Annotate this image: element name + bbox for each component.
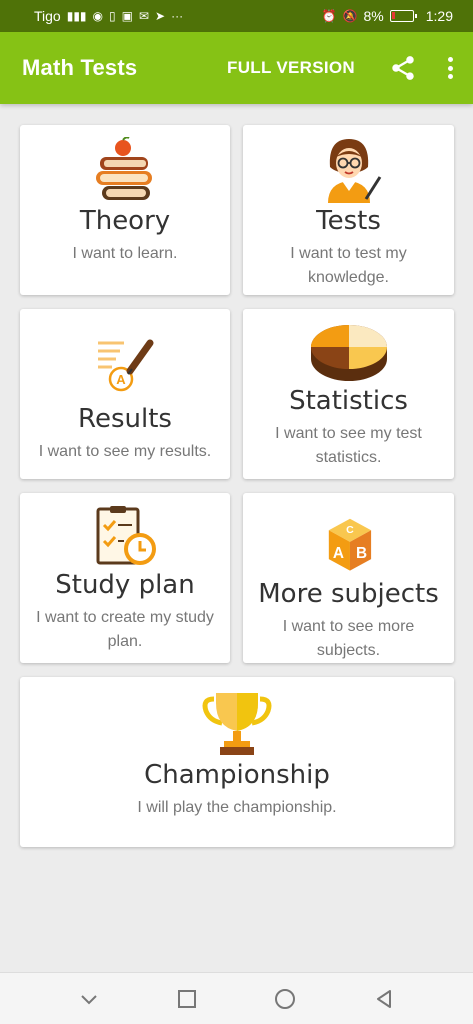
card-title: Results bbox=[78, 404, 172, 434]
battery-percent: 8% bbox=[363, 8, 384, 24]
card-subtitle: I want to see my test statistics. bbox=[275, 424, 422, 466]
sim-icon: ▯ bbox=[109, 9, 116, 23]
card-statistics[interactable]: Statistics I want to see my test statist… bbox=[243, 309, 454, 479]
card-subtitle: I want to see my results. bbox=[38, 442, 212, 460]
status-bar: Tigo ▮▮▮ ◉ ▯ ▣ ✉ ➤ ··· ⏰ 🔕 8% 1:29 bbox=[0, 0, 473, 32]
checklist-clock-icon bbox=[96, 506, 156, 565]
signal-icon: ▮▮▮ bbox=[66, 9, 87, 23]
card-title: Theory bbox=[79, 206, 171, 236]
clock: 1:29 bbox=[425, 8, 453, 24]
recents-icon[interactable] bbox=[176, 988, 198, 1010]
card-title: More subjects bbox=[258, 579, 439, 610]
card-subtitle: I want to create my study plan. bbox=[36, 608, 214, 650]
back-down-icon[interactable] bbox=[78, 988, 100, 1010]
system-nav-bar bbox=[0, 972, 473, 1024]
card-study-plan[interactable]: Study plan I want to create my study pla… bbox=[20, 493, 230, 663]
mail-icon: ✉ bbox=[138, 9, 150, 23]
share-icon[interactable] bbox=[389, 54, 417, 82]
card-theory[interactable]: Theory I want to learn. bbox=[20, 125, 230, 295]
full-version-button[interactable]: FULL VERSION bbox=[227, 58, 355, 78]
telegram-icon: ➤ bbox=[155, 9, 166, 23]
more-notifications-icon: ··· bbox=[171, 9, 184, 23]
card-championship[interactable]: Championship I will play the championshi… bbox=[20, 677, 454, 847]
overflow-menu-icon[interactable] bbox=[447, 57, 453, 79]
card-subtitle: I want to learn. bbox=[72, 244, 178, 262]
app-bar: Math Tests FULL VERSION bbox=[0, 32, 473, 104]
card-subtitle: I want to see more subjects. bbox=[282, 618, 415, 659]
svg-text:B: B bbox=[355, 545, 366, 562]
home-icon[interactable] bbox=[273, 987, 297, 1011]
abc-blocks-icon: C A B bbox=[328, 518, 371, 571]
svg-text:C: C bbox=[346, 524, 354, 536]
card-title: Statistics bbox=[289, 386, 408, 416]
battery-icon bbox=[389, 10, 417, 22]
trophy-icon bbox=[202, 693, 272, 755]
graded-paper-icon: A + bbox=[98, 339, 154, 392]
card-tests[interactable]: Tests I want to test my knowledge. bbox=[243, 125, 454, 295]
card-subtitle: I want to test my knowledge. bbox=[290, 244, 407, 286]
whatsapp-icon: ◉ bbox=[92, 9, 104, 23]
carrier-label: Tigo bbox=[34, 8, 61, 24]
card-title: Study plan bbox=[55, 570, 195, 600]
mute-icon: 🔕 bbox=[342, 9, 358, 23]
svg-text:A: A bbox=[116, 372, 126, 387]
card-more-subjects[interactable]: C A B More subjects I want to see more s… bbox=[243, 493, 454, 663]
app-title: Math Tests bbox=[22, 55, 138, 80]
svg-text:A: A bbox=[332, 545, 343, 562]
back-icon[interactable] bbox=[373, 988, 395, 1010]
books-apple-icon bbox=[96, 137, 152, 200]
pie-chart-icon bbox=[310, 325, 387, 381]
teacher-icon bbox=[327, 139, 381, 203]
card-title: Championship bbox=[144, 760, 330, 790]
image-icon: ▣ bbox=[121, 9, 133, 23]
card-title: Tests bbox=[316, 206, 381, 236]
card-subtitle: I will play the championship. bbox=[137, 798, 337, 816]
card-results[interactable]: A + Results I want to see my results. bbox=[20, 309, 230, 479]
alarm-icon: ⏰ bbox=[321, 9, 337, 23]
